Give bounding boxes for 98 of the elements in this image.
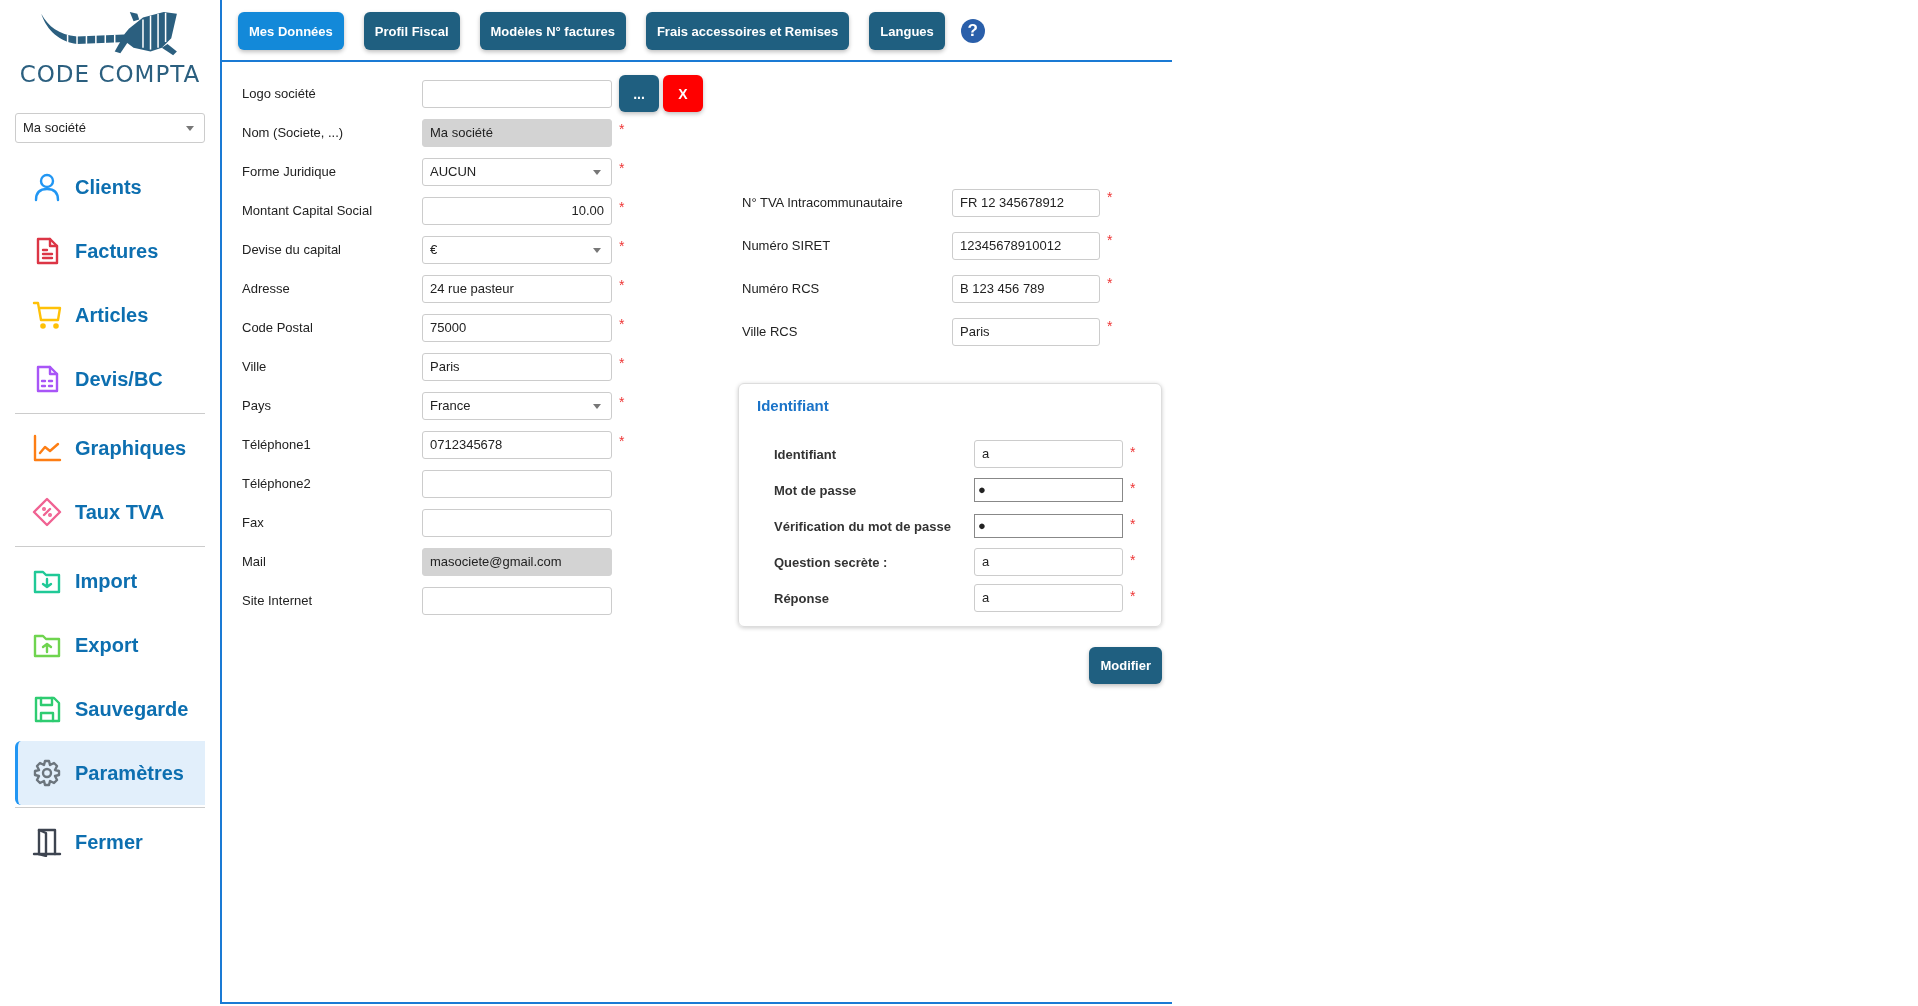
field-label: Devise du capital	[242, 242, 342, 257]
tab[interactable]: Frais accessoires et Remises	[645, 12, 850, 50]
user-icon	[32, 172, 62, 202]
input-field[interactable]	[422, 469, 612, 498]
tab[interactable]: Profil Fiscal	[363, 12, 460, 50]
sidebar-item[interactable]: Import	[15, 549, 205, 613]
field-label: Pays	[242, 398, 272, 413]
required-mark: *	[1107, 189, 1113, 205]
input-field[interactable]: Ma société	[422, 118, 612, 147]
dropdown[interactable]: France	[422, 391, 612, 420]
required-mark: *	[619, 121, 625, 137]
field-label: Forme Juridique	[242, 164, 337, 179]
sidebar-item[interactable]: Clients	[15, 155, 205, 219]
help-icon[interactable]: ?	[960, 19, 985, 43]
tab[interactable]: Langues	[869, 12, 945, 50]
sidebar-item[interactable]: Taux TVA	[15, 480, 205, 544]
browse-button[interactable]: ...	[619, 75, 659, 112]
field-label: Code Postal	[242, 320, 314, 335]
required-mark: *	[1130, 588, 1136, 604]
input-field[interactable]: Paris	[952, 317, 1100, 346]
field-label: Fax	[242, 515, 265, 530]
line-chart-icon	[32, 433, 62, 463]
dropdown[interactable]: AUCUN	[422, 157, 612, 186]
required-mark: *	[619, 433, 625, 449]
field-label: Numéro RCS	[742, 281, 821, 296]
sidebar-item[interactable]: Export	[15, 613, 205, 677]
input-field[interactable]	[422, 586, 612, 615]
required-mark: *	[1130, 480, 1136, 496]
input-field[interactable]: 10.00	[422, 196, 612, 225]
door-icon	[32, 827, 62, 857]
required-mark: *	[619, 355, 625, 371]
required-mark: *	[619, 199, 625, 215]
required-mark: *	[1130, 552, 1136, 568]
tab[interactable]: Mes Données	[238, 12, 344, 50]
field-label: Site Internet	[242, 593, 314, 608]
field-label: Téléphone1	[242, 437, 312, 452]
input-field[interactable]: FR 12 345678912	[952, 188, 1100, 217]
sidebar-item[interactable]: Paramètres	[15, 741, 205, 805]
password-field[interactable]: ●	[974, 478, 1123, 502]
field-label: Numéro SIRET	[742, 238, 832, 253]
caret-icon	[593, 403, 601, 409]
required-mark: *	[1130, 516, 1136, 532]
input-field[interactable]: masociete@gmail.com	[422, 547, 612, 576]
required-mark: *	[1107, 232, 1113, 248]
required-mark: *	[1107, 318, 1113, 334]
required-mark: *	[1130, 444, 1136, 460]
field-label: Question secrète :	[774, 554, 889, 570]
sidebar-item[interactable]: Sauvegarde	[15, 677, 205, 741]
field-label: Adresse	[242, 281, 291, 296]
field-label: N° TVA Intracommunautaire	[742, 195, 904, 210]
input-field[interactable]	[422, 79, 612, 108]
field-label: Identifiant	[774, 446, 838, 462]
required-mark: *	[619, 160, 625, 176]
field-label: Téléphone2	[242, 476, 312, 491]
input-field[interactable]	[422, 508, 612, 537]
field-label: Ville	[242, 359, 268, 374]
caret-icon	[593, 247, 601, 253]
input-field[interactable]: 0712345678	[422, 430, 612, 459]
required-mark: *	[619, 394, 625, 410]
tab[interactable]: Modèles N° factures	[479, 12, 626, 50]
field-label: Ville RCS	[742, 324, 799, 339]
field-label: Mot de passe	[774, 482, 858, 498]
floppy-icon	[32, 694, 62, 724]
caret-icon	[593, 169, 601, 175]
field-label: Réponse	[774, 590, 830, 606]
password-field[interactable]: ●	[974, 514, 1123, 538]
input-field[interactable]: 24 rue pasteur	[422, 274, 612, 303]
field-label: Nom (Societe, ...)	[242, 125, 345, 140]
sidebar-item[interactable]: Graphiques	[15, 416, 205, 480]
input-field[interactable]: Paris	[422, 352, 612, 381]
sidebar-item[interactable]: Articles	[15, 283, 205, 347]
required-mark: *	[619, 238, 625, 254]
input-field[interactable]: B 123 456 789	[952, 274, 1100, 303]
required-mark: *	[619, 277, 625, 293]
sidebar-item[interactable]: Factures	[15, 219, 205, 283]
logo-text: CODE COMPTA	[19, 60, 201, 88]
cart-icon	[32, 300, 62, 330]
modify-button[interactable]: Modifier	[1089, 647, 1162, 684]
sidebar-item[interactable]: Devis/BC	[15, 347, 205, 411]
field-label: Logo société	[242, 86, 317, 101]
input-field[interactable]: 75000	[422, 313, 612, 342]
clear-button[interactable]: X	[663, 75, 703, 112]
input-field[interactable]: 12345678910012	[952, 231, 1100, 260]
tag-icon	[32, 497, 62, 527]
company-dropdown[interactable]: Ma société	[15, 113, 205, 143]
dropdown[interactable]: €	[422, 235, 612, 264]
field-label: Mail	[242, 554, 267, 569]
required-mark: *	[619, 316, 625, 332]
card-title: Identifiant	[757, 396, 830, 416]
field-label: Montant Capital Social	[242, 203, 374, 218]
settings-icon	[32, 758, 62, 788]
required-mark: *	[1107, 275, 1113, 291]
input-field[interactable]: a	[974, 440, 1123, 468]
caret-icon	[186, 126, 194, 131]
input-field[interactable]: a	[974, 548, 1123, 576]
sidebar-item[interactable]: Fermer	[15, 810, 205, 874]
field-label: Vérification du mot de passe	[774, 518, 952, 534]
input-field[interactable]: a	[974, 584, 1123, 612]
